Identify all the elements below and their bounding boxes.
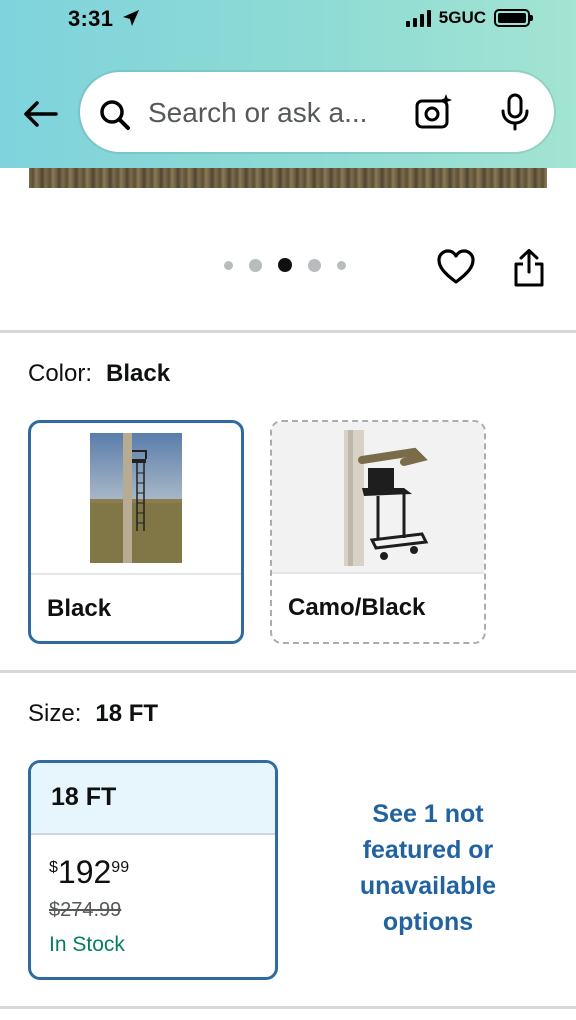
color-thumbnail-wrap (272, 422, 484, 574)
color-thumbnail-wrap (31, 423, 241, 575)
network-type: 5GUC (438, 8, 486, 27)
search-icon (100, 100, 130, 130)
stock-status: In Stock (49, 933, 125, 956)
size-option-18ft[interactable]: 18 FT $ 192 99 $274.99 In Stock (28, 760, 278, 980)
color-option-label: Black (47, 595, 112, 622)
back-button[interactable] (20, 94, 60, 134)
see-more-options-link[interactable]: See 1 not featured or unavailable option… (340, 796, 516, 940)
size-label: Size: 18 FT (28, 700, 158, 728)
section-divider (0, 670, 576, 673)
color-option-camo-black[interactable]: Camo/Black (270, 420, 486, 644)
size-label-text: Size: (28, 700, 82, 727)
size-option-title: 18 FT (31, 763, 275, 835)
search-input[interactable]: Search or ask a... (148, 97, 367, 129)
back-arrow-icon (24, 101, 58, 127)
price-fraction: 99 (111, 859, 130, 876)
gallery-dot[interactable] (224, 260, 233, 270)
gallery-pagination[interactable] (224, 258, 346, 272)
gallery-dot-active[interactable] (278, 258, 292, 272)
price-currency: $ (49, 859, 58, 876)
app-header: 3:31 5GUC Search or ask a... (0, 0, 576, 168)
black-treestand-thumbnail (90, 433, 182, 563)
status-indicators: 5GUC (405, 8, 533, 28)
section-divider (0, 1006, 576, 1009)
camo-treestand-thumbnail (344, 430, 429, 566)
microphone-icon[interactable] (498, 92, 532, 132)
selected-color-value: Black (106, 360, 171, 387)
search-bar[interactable]: Search or ask a... (80, 72, 554, 152)
battery-icon (494, 9, 533, 27)
camera-lens-icon[interactable] (414, 92, 454, 132)
color-option-label: Camo/Black (288, 594, 426, 621)
product-image-bottom-edge (29, 168, 547, 188)
selected-size-value: 18 FT (95, 700, 159, 727)
section-divider (0, 330, 576, 333)
list-price: $274.99 (49, 899, 122, 921)
status-time: 3:31 (68, 6, 114, 31)
heart-icon[interactable] (436, 248, 476, 286)
gallery-dot[interactable] (249, 258, 262, 272)
color-label-text: Color: (28, 360, 93, 387)
location-arrow-icon (123, 10, 139, 26)
price-whole: 192 (57, 854, 112, 890)
color-option-black[interactable]: Black (28, 420, 244, 644)
color-label: Color: Black (28, 360, 170, 388)
gallery-dot[interactable] (308, 258, 321, 272)
price: $ 192 99 (49, 855, 129, 889)
share-icon[interactable] (512, 248, 546, 288)
gallery-dot[interactable] (337, 260, 346, 270)
cellular-signal-icon (405, 9, 431, 27)
